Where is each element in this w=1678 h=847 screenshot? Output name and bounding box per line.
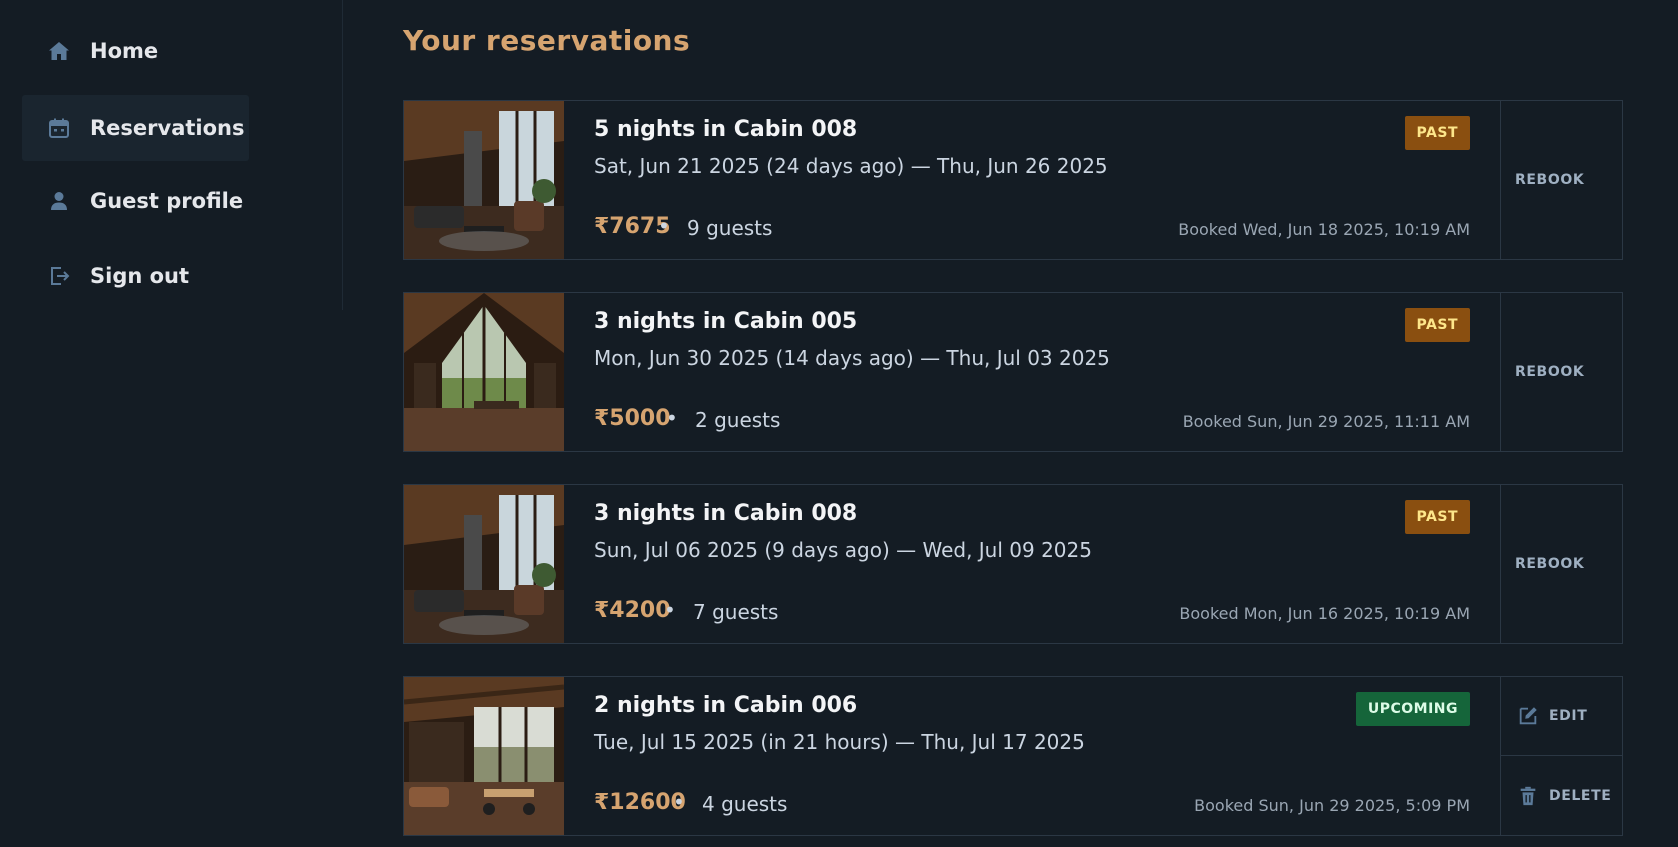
cabin-title: 5 nights in Cabin 008	[594, 117, 858, 142]
reservation-price: ₹4200	[594, 598, 671, 623]
status-badge: PAST	[1404, 116, 1470, 150]
separator-dot: •	[664, 598, 676, 622]
sidebar-item-home[interactable]: Home	[22, 18, 249, 84]
card-actions: REBOOK	[1500, 101, 1623, 259]
home-icon	[46, 38, 72, 64]
reservation-price: ₹5000	[594, 406, 671, 431]
rebook-button[interactable]: REBOOK	[1501, 293, 1623, 451]
reservation-info: 5 nights in Cabin 008 Sat, Jun 21 2025 (…	[564, 101, 1500, 259]
delete-button[interactable]: DELETE	[1501, 757, 1623, 835]
separator-dot: •	[673, 790, 685, 814]
separator-dot: •	[658, 214, 670, 238]
user-icon	[46, 188, 72, 214]
sidebar-item-label: Home	[90, 39, 159, 63]
guest-count: 4 guests	[702, 792, 788, 816]
reservation-info: 2 nights in Cabin 006 Tue, Jul 15 2025 (…	[564, 677, 1500, 835]
sidebar-item-sign-out[interactable]: Sign out	[22, 243, 249, 309]
edit-button[interactable]: EDIT	[1501, 677, 1623, 756]
sidebar-item-label: Reservations	[90, 116, 245, 140]
guest-count: 7 guests	[693, 600, 779, 624]
guest-count: 9 guests	[687, 216, 773, 240]
reservation-dates: Sun, Jul 06 2025 (9 days ago) — Wed, Jul…	[594, 538, 1092, 562]
page-title: Your reservations	[403, 24, 691, 57]
cabin-image	[404, 677, 564, 835]
guest-count: 2 guests	[695, 408, 781, 432]
cabin-image	[404, 293, 564, 451]
cabin-image	[404, 101, 564, 259]
reservation-dates: Sat, Jun 21 2025 (24 days ago) — Thu, Ju…	[594, 154, 1108, 178]
separator-dot: •	[666, 406, 678, 430]
sidebar-item-label: Guest profile	[90, 189, 244, 213]
booked-date: Booked Sun, Jun 29 2025, 11:11 AM	[1182, 412, 1470, 431]
card-actions: REBOOK	[1500, 485, 1623, 643]
status-badge: PAST	[1404, 500, 1470, 534]
cabin-image	[404, 485, 564, 643]
trash-icon	[1517, 785, 1539, 807]
calendar-icon	[46, 115, 72, 141]
edit-label: EDIT	[1549, 708, 1588, 724]
status-badge: PAST	[1404, 308, 1470, 342]
reservation-card: 3 nights in Cabin 005 Mon, Jun 30 2025 (…	[403, 292, 1623, 452]
cabin-title: 2 nights in Cabin 006	[594, 693, 858, 718]
card-actions: EDIT DELETE	[1500, 677, 1623, 835]
cabin-title: 3 nights in Cabin 008	[594, 501, 858, 526]
status-badge: UPCOMING	[1355, 692, 1470, 726]
card-actions: REBOOK	[1500, 293, 1623, 451]
reservation-card: 5 nights in Cabin 008 Sat, Jun 21 2025 (…	[403, 100, 1623, 260]
rebook-button[interactable]: REBOOK	[1501, 485, 1623, 643]
sidebar-item-guest-profile[interactable]: Guest profile	[22, 168, 249, 234]
sidebar: Home Reservations Guest profile Sign out	[0, 0, 343, 310]
reservation-info: 3 nights in Cabin 008 Sun, Jul 06 2025 (…	[564, 485, 1500, 643]
reservation-card: 2 nights in Cabin 006 Tue, Jul 15 2025 (…	[403, 676, 1623, 836]
delete-label: DELETE	[1549, 788, 1612, 804]
reservation-dates: Mon, Jun 30 2025 (14 days ago) — Thu, Ju…	[594, 346, 1110, 370]
sidebar-item-reservations[interactable]: Reservations	[22, 95, 249, 161]
booked-date: Booked Sun, Jun 29 2025, 5:09 PM	[1194, 796, 1470, 815]
reservation-dates: Tue, Jul 15 2025 (in 21 hours) — Thu, Ju…	[594, 730, 1085, 754]
rebook-button[interactable]: REBOOK	[1501, 101, 1623, 259]
booked-date: Booked Mon, Jun 16 2025, 10:19 AM	[1179, 604, 1470, 623]
booked-date: Booked Wed, Jun 18 2025, 10:19 AM	[1178, 220, 1470, 239]
reservation-card: 3 nights in Cabin 008 Sun, Jul 06 2025 (…	[403, 484, 1623, 644]
cabin-title: 3 nights in Cabin 005	[594, 309, 858, 334]
sign-out-icon	[46, 263, 72, 289]
reservation-info: 3 nights in Cabin 005 Mon, Jun 30 2025 (…	[564, 293, 1500, 451]
sidebar-item-label: Sign out	[90, 264, 190, 288]
edit-icon	[1517, 705, 1539, 727]
